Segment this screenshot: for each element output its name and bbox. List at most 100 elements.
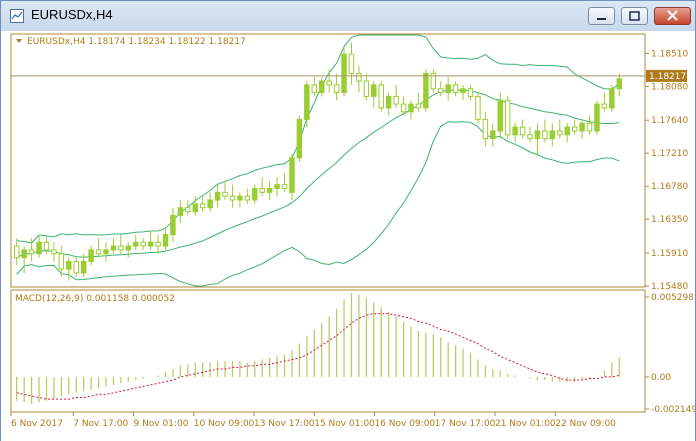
title-bar[interactable]: EURUSDx,H4 xyxy=(1,1,695,31)
price-label: 1.17640 xyxy=(651,116,688,126)
candle-body xyxy=(289,157,295,193)
candle-body xyxy=(512,126,518,136)
candle-body xyxy=(214,191,221,201)
candle-body xyxy=(408,103,414,113)
candle-body xyxy=(438,88,444,94)
candle-body xyxy=(222,191,228,197)
macd-info-label: MACD(12,26,9) 0.001158 0.000052 xyxy=(15,294,175,304)
candle-body xyxy=(549,130,556,140)
candle-body xyxy=(103,249,109,255)
macd-label: 0.00 xyxy=(651,373,671,383)
candle-body xyxy=(244,195,251,201)
candle-body xyxy=(192,203,198,213)
candle-body xyxy=(542,130,548,140)
candle-body xyxy=(266,188,273,193)
chart-info-label: EURUSDx,H4 1.18174 1.18234 1.18122 1.182… xyxy=(27,37,246,47)
candle-body xyxy=(133,241,139,247)
minimize-icon xyxy=(597,18,606,20)
candle-body xyxy=(58,253,65,270)
minimize-button[interactable] xyxy=(588,7,615,25)
candle-body xyxy=(356,72,362,82)
time-label: 13 Nov 17:00 xyxy=(254,419,315,429)
candle-body xyxy=(80,260,87,274)
candle-body xyxy=(371,84,377,97)
close-button[interactable] xyxy=(654,7,691,25)
candle-body xyxy=(21,249,27,259)
time-label: 6 Nov 2017 xyxy=(11,419,63,429)
candle-body xyxy=(140,241,146,247)
candle-body xyxy=(51,249,57,255)
close-icon xyxy=(667,10,678,21)
candle-body xyxy=(497,99,503,132)
window-title: EURUSDx,H4 xyxy=(31,7,113,22)
candle-body xyxy=(519,126,526,136)
candle-body xyxy=(467,88,474,97)
time-label: 16 Nov 09:00 xyxy=(374,419,435,429)
candle-body xyxy=(393,95,399,105)
price-label: 1.18510 xyxy=(651,49,688,59)
candle-body xyxy=(616,78,623,90)
candle-body xyxy=(207,199,213,209)
candle-body xyxy=(609,88,615,109)
price-label: 1.16780 xyxy=(651,182,688,192)
chart-area[interactable]: 1.18510 1.18080 1.17640 1.17210 1.16780 1.163… xyxy=(1,31,695,441)
candle-body xyxy=(162,234,169,247)
candle-body xyxy=(341,53,347,94)
candle-body xyxy=(452,84,459,94)
candle-body xyxy=(177,207,184,216)
candle-body xyxy=(579,122,585,132)
candle-body xyxy=(326,80,332,86)
price-label: 1.15480 xyxy=(651,282,688,292)
candle-body xyxy=(66,260,72,270)
maximize-button[interactable] xyxy=(621,7,648,25)
candle-body xyxy=(586,122,593,132)
candle-body xyxy=(13,245,20,259)
candle-body xyxy=(237,195,243,201)
candle-body xyxy=(333,84,340,94)
candle-body xyxy=(527,134,533,140)
candle-body xyxy=(88,249,94,262)
candle-body xyxy=(385,95,392,109)
candle-body xyxy=(311,84,318,94)
candle-body xyxy=(281,184,288,190)
candle-body xyxy=(601,103,608,109)
candle-body xyxy=(534,130,541,140)
candle-body xyxy=(147,241,154,247)
candle-body xyxy=(73,260,79,274)
candle-body xyxy=(185,207,191,213)
candle-body xyxy=(378,84,384,109)
candle-body xyxy=(557,130,563,136)
time-label: 15 Nov 01:00 xyxy=(314,419,375,429)
candle-body xyxy=(155,241,161,247)
candle-body xyxy=(110,245,117,251)
candle-body xyxy=(423,72,429,109)
candle-body xyxy=(594,103,600,132)
candle-body xyxy=(348,53,355,74)
chart-window-icon xyxy=(10,9,24,23)
price-label: 1.18080 xyxy=(651,82,688,92)
candle-body xyxy=(199,203,206,209)
candle-body xyxy=(229,195,236,201)
candle-body xyxy=(490,130,496,140)
current-price-label: 1.18217 xyxy=(649,72,686,82)
candle-body xyxy=(43,241,50,251)
candle-body xyxy=(170,214,176,236)
candle-body xyxy=(28,249,35,255)
candle-body xyxy=(252,188,258,201)
candle-body xyxy=(296,118,303,159)
current-price-marker: 1.18217 xyxy=(646,69,687,82)
chart-window: EURUSDx,H4 1.18510 1.18080 1.17640 1.17210 1… xyxy=(0,0,696,441)
time-label: 7 Nov 17:00 xyxy=(73,419,128,429)
candle-body xyxy=(571,126,578,132)
time-label: 10 Nov 09:00 xyxy=(194,419,255,429)
time-label: 9 Nov 01:00 xyxy=(133,419,188,429)
candle-body xyxy=(475,95,481,120)
restore-icon xyxy=(629,11,640,21)
time-label: 22 Nov 09:00 xyxy=(555,419,616,429)
candle-body xyxy=(304,84,310,120)
macd-label: -0.002149 xyxy=(651,405,695,415)
candle-body xyxy=(415,103,422,109)
candle-body xyxy=(274,184,280,190)
candle-body xyxy=(36,241,42,255)
candle-body xyxy=(318,80,325,94)
